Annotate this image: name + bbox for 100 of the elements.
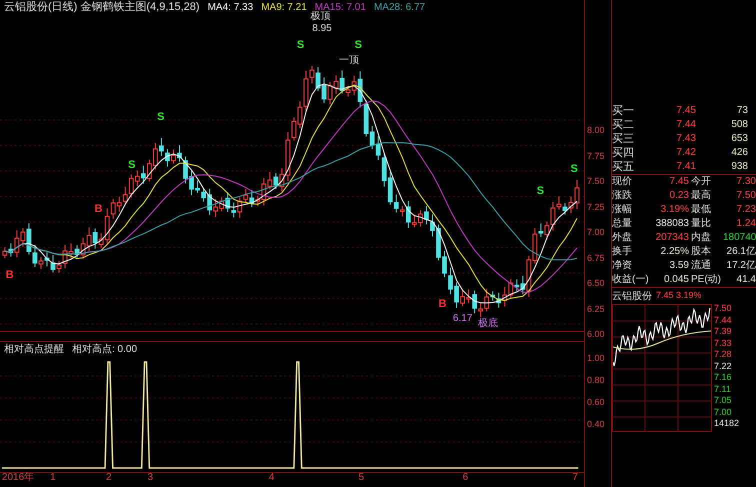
mini-axis-label: 7.33 — [714, 338, 733, 348]
quote-value: 0.045 — [662, 275, 689, 285]
chart-annotation: 一顶 — [339, 56, 360, 66]
mini-axis-label: 7.50 — [714, 304, 733, 313]
order-price: 7.43 — [676, 134, 696, 144]
indicator-axis-label: 0.40 — [587, 420, 605, 429]
price-axis-label: 7.00 — [587, 228, 605, 237]
price-axis-label: 7.25 — [587, 202, 605, 212]
quote-value: 17.2亿 — [726, 261, 756, 271]
indicator-title: 相对高点提醒 — [4, 342, 64, 356]
quote-value: 7.45 — [668, 177, 689, 187]
chart-annotation: 6.17 — [452, 314, 472, 324]
sell-signal: S — [128, 160, 136, 171]
quote-label: 流通 — [690, 261, 712, 271]
sell-signal: S — [157, 112, 164, 123]
indicator-axis-label: 0.80 — [587, 376, 605, 385]
quote-label: 涨跌 — [612, 191, 633, 201]
indicator-axis-label: 1.00 — [587, 354, 605, 363]
sell-signal: S — [354, 40, 362, 51]
chart-title: 云铝股份(日线) 金钢鹤铁主图(4,9,15,28) — [4, 0, 200, 15]
order-label: 买四 — [612, 148, 635, 158]
time-axis-label: 6 — [462, 473, 468, 483]
time-axis-label: 3 — [147, 473, 153, 483]
quote-value: 3.19% — [660, 205, 689, 215]
price-axis-label: 6.00 — [587, 330, 605, 339]
order-price: 7.44 — [676, 120, 696, 130]
quote-value: 26.1亿 — [726, 247, 756, 257]
order-price: 7.41 — [676, 162, 696, 172]
quote-label: 股本 — [690, 247, 712, 257]
quote-value: 41.4 — [736, 275, 756, 285]
price-axis-label: 6.50 — [587, 279, 605, 288]
order-volume: 426 — [730, 148, 748, 158]
quote-label: 最低 — [690, 205, 712, 215]
order-price: 7.45 — [676, 106, 696, 116]
quote-label: 现价 — [612, 177, 633, 187]
order-label: 买一 — [612, 106, 635, 116]
mini-axis-label: 7.44 — [714, 316, 733, 324]
price-axis-label: 7.50 — [587, 177, 605, 186]
quote-label: 最高 — [690, 191, 712, 201]
mini-axis-label: 7.28 — [714, 350, 733, 359]
mini-axis-label: 7.05 — [714, 396, 733, 405]
mini-axis-label: 7.11 — [714, 384, 732, 394]
buy-signal: B — [438, 299, 446, 310]
quote-label: 收益(一) — [612, 275, 650, 285]
sell-signal: S — [296, 40, 304, 51]
quote-label: 内盘 — [690, 233, 712, 243]
quote-label: 涨幅 — [612, 205, 633, 215]
quote-value: 388083 — [655, 219, 689, 229]
mini-axis-label: 7.16 — [714, 373, 733, 382]
quote-label: 换手 — [612, 247, 633, 257]
quote-label: PE(动) — [690, 275, 722, 285]
order-label: 买三 — [612, 134, 635, 144]
sell-signal: S — [536, 186, 544, 197]
time-axis-label: 5 — [358, 473, 364, 483]
quote-value: 2.25% — [660, 247, 689, 257]
mini-axis-label: 7.39 — [714, 327, 733, 336]
buy-signal: B — [6, 270, 14, 281]
ma-legend: MA4: 7.33 — [208, 0, 254, 14]
order-label: 买二 — [612, 120, 635, 130]
sell-signal: S — [570, 164, 578, 175]
mini-axis-label: 7.22 — [714, 362, 733, 370]
indicator-reading: 相对高点: 0.00 — [72, 342, 138, 356]
mini-chart-reading: 7.45 3.19% — [656, 289, 702, 302]
indicator-axis-label: 0.60 — [587, 398, 605, 407]
time-axis-label: 2 — [106, 473, 112, 483]
quote-value: 7.30 — [736, 177, 756, 187]
order-volume: 73 — [736, 106, 748, 116]
quote-value: 1.24 — [736, 219, 756, 229]
quote-label: 净资 — [612, 261, 633, 271]
quote-value: 180740 — [723, 233, 756, 243]
price-axis-label: 6.75 — [587, 254, 605, 262]
order-label: 买五 — [612, 162, 635, 172]
time-axis-label: 1 — [50, 473, 56, 483]
quote-value: 0.23 — [668, 191, 689, 201]
price-axis-label: 8.00 — [587, 126, 605, 135]
order-volume: 653 — [730, 134, 748, 144]
ma-legend: MA28: 6.77 — [374, 0, 426, 14]
time-axis-label: 4 — [268, 473, 274, 483]
quote-value: 7.50 — [736, 191, 756, 201]
order-volume: 938 — [730, 162, 748, 172]
quote-label: 今开 — [690, 177, 712, 187]
time-axis-label: 2016年 — [2, 473, 34, 483]
order-price: 7.42 — [676, 148, 696, 158]
price-axis-label: 7.75 — [587, 152, 605, 160]
buy-signal: B — [94, 204, 102, 215]
price-axis-label: 6.25 — [587, 304, 605, 314]
order-volume: 508 — [730, 120, 748, 130]
mini-axis-label: 7.00 — [714, 408, 733, 416]
quote-value: 3.59 — [668, 261, 689, 271]
chart-annotation: 8.95 — [312, 24, 332, 34]
quote-value: 207343 — [655, 233, 689, 243]
ma-legend: MA9: 7.21 — [261, 0, 307, 14]
quote-label: 量比 — [690, 219, 712, 229]
mini-chart-title: 云铝股份 — [612, 290, 652, 304]
chart-annotation: 极底 — [478, 319, 498, 329]
time-axis-label: 7 — [572, 473, 578, 483]
quote-label: 总量 — [612, 219, 633, 229]
mini-axis-label: 14182 — [714, 419, 740, 428]
quote-label: 外盘 — [612, 233, 633, 243]
quote-value: 7.23 — [736, 205, 756, 215]
